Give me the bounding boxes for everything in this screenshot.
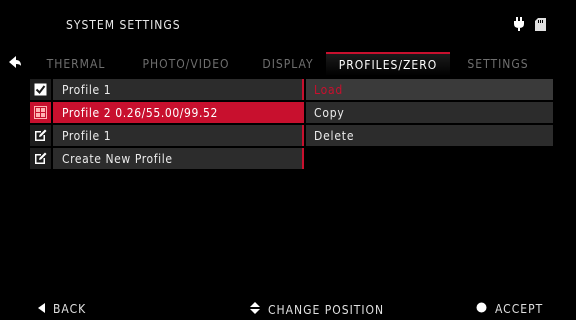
circle-icon xyxy=(476,302,487,316)
edit-icon xyxy=(30,148,51,169)
tab-display[interactable]: DISPLAY xyxy=(250,52,326,76)
back-hint[interactable]: BACK xyxy=(38,302,86,316)
create-profile-row[interactable]: Create New Profile xyxy=(30,148,304,169)
accept-label: ACCEPT xyxy=(495,302,544,316)
edit-icon xyxy=(30,125,51,146)
back-label: BACK xyxy=(53,302,87,316)
load-button[interactable]: Load xyxy=(306,79,553,100)
footer-hints: BACK CHANGE POSITION ACCEPT xyxy=(0,300,576,320)
profile-label: Profile 1 xyxy=(53,125,304,146)
tab-thermal[interactable]: THERMAL xyxy=(30,52,122,76)
tab-profiles-zero[interactable]: PROFILES/ZERO xyxy=(326,52,450,76)
grid-icon xyxy=(30,102,51,123)
delete-button[interactable]: Delete xyxy=(306,125,553,146)
page-title: SYSTEM SETTINGS xyxy=(66,18,181,32)
triangle-left-icon xyxy=(38,302,45,316)
change-position-label: CHANGE POSITION xyxy=(268,302,385,317)
create-profile-label: Create New Profile xyxy=(53,148,304,169)
profile-label: Profile 2 0.26/55.00/99.52 xyxy=(53,102,304,123)
back-arrow-icon[interactable] xyxy=(8,54,22,68)
status-icons xyxy=(513,17,546,31)
tab-settings[interactable]: SETTINGS xyxy=(450,52,546,76)
profile-label: Profile 1 xyxy=(53,79,304,100)
tab-photo-video[interactable]: PHOTO/VIDEO xyxy=(122,52,250,76)
tab-bar: THERMAL PHOTO/VIDEO DISPLAY PROFILES/ZER… xyxy=(30,52,556,76)
profile-actions: Load Copy Delete xyxy=(306,79,553,148)
profile-row[interactable]: Profile 1 xyxy=(30,125,304,146)
up-down-icon xyxy=(250,302,260,317)
accept-hint[interactable]: ACCEPT xyxy=(476,302,543,316)
copy-button[interactable]: Copy xyxy=(306,102,553,123)
sd-card-icon xyxy=(535,17,546,31)
profile-list: Profile 1 Profile 2 0.26/55.00/99.52 Pro… xyxy=(30,79,304,171)
plug-icon xyxy=(513,17,525,31)
profile-row[interactable]: Profile 1 xyxy=(30,79,304,100)
profile-row-selected[interactable]: Profile 2 0.26/55.00/99.52 xyxy=(30,102,304,123)
checkbox-checked-icon xyxy=(30,79,51,100)
change-position-hint[interactable]: CHANGE POSITION xyxy=(250,302,384,317)
